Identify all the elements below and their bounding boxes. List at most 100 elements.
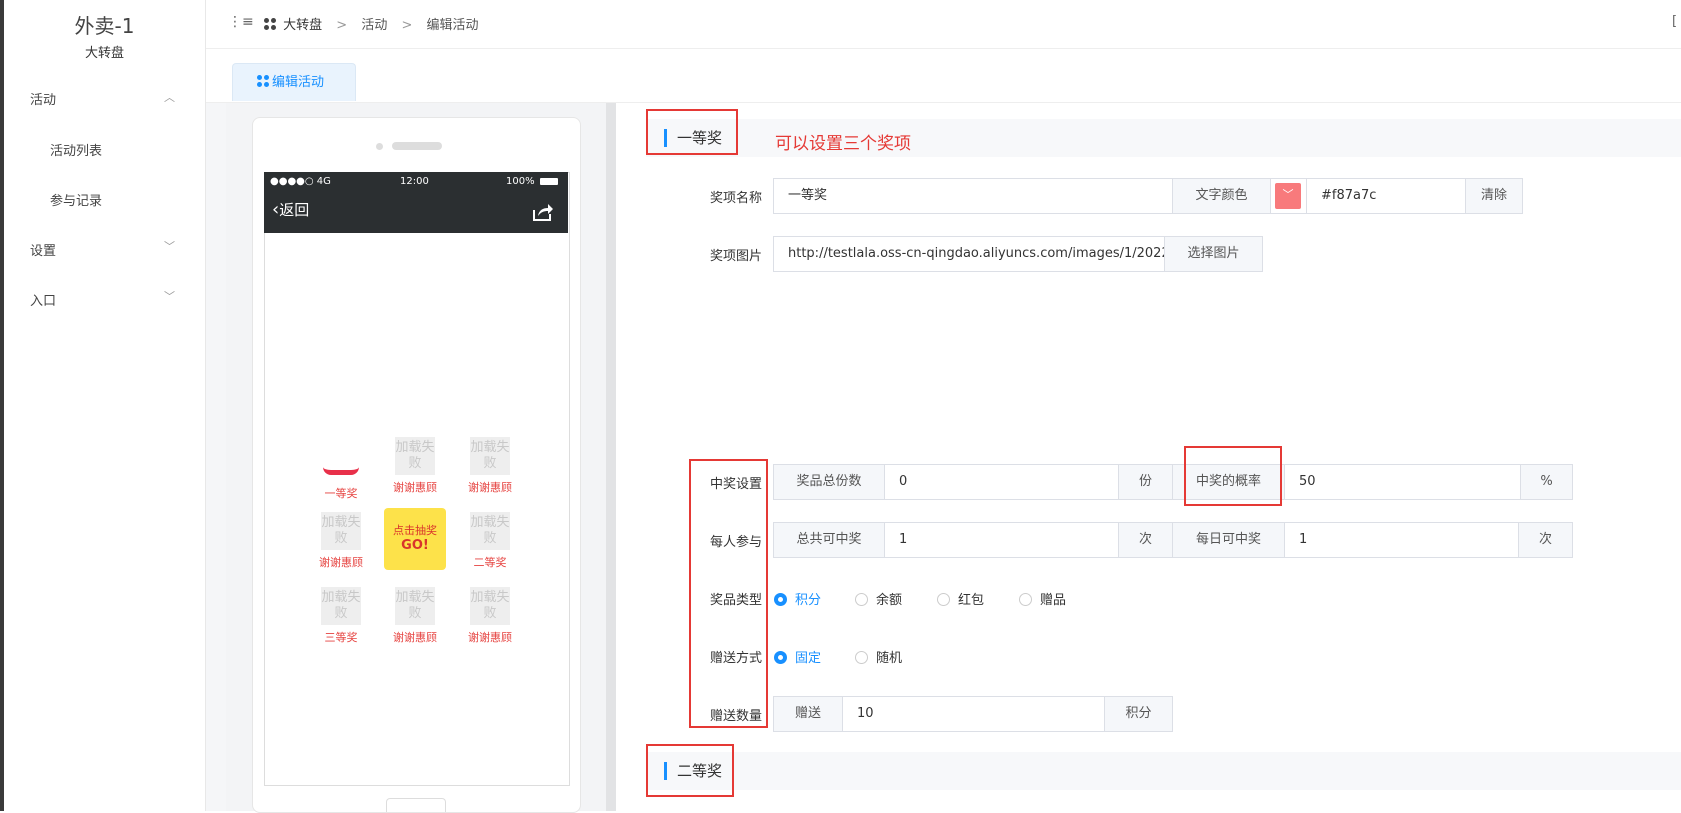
apps-icon (257, 75, 269, 87)
daily-win-input[interactable]: 1 (1284, 522, 1519, 558)
share-icon[interactable] (532, 202, 554, 222)
back-button[interactable]: ‹返回 (272, 199, 309, 220)
phone-camera (376, 143, 383, 150)
scrollbar[interactable] (606, 103, 616, 811)
image-placeholder: 加载失败 (395, 437, 435, 475)
radio-label: 红包 (958, 593, 985, 608)
prize-type-label: 奖品类型 (709, 593, 762, 608)
choose-image-button[interactable]: 选择图片 (1164, 236, 1263, 272)
gift-mode-label: 赠送方式 (709, 651, 762, 666)
radio-icon (855, 593, 868, 606)
grid-label: 谢谢惠顾 (468, 631, 512, 644)
win-setting-label: 中奖设置 (709, 477, 762, 492)
sidebar-item-label: 活动列表 (50, 144, 103, 159)
daily-win-addon: 每日可中奖 (1172, 522, 1285, 558)
chevron-down-icon[interactable]: ﹀ (164, 288, 175, 304)
grid-cell-prize: 一等奖 (313, 455, 369, 501)
total-win-addon: 总共可中奖 (773, 522, 885, 558)
gift-qty-label: 赠送数量 (709, 709, 762, 724)
signal-text: ●●●●○ 4G (270, 176, 331, 187)
total-qty-input[interactable]: 0 (884, 464, 1119, 500)
radio-label: 积分 (795, 593, 822, 608)
radio-label: 随机 (876, 651, 903, 666)
prize-image (323, 467, 359, 475)
prize-image-input[interactable]: http://testlala.oss-cn-qingdao.aliyuncs.… (773, 236, 1165, 272)
tab-edit-activity[interactable]: 编辑活动 (232, 63, 356, 101)
phone-home-button (386, 798, 446, 812)
color-picker[interactable]: ﹀ (1270, 178, 1307, 214)
image-placeholder: 加载失败 (470, 437, 510, 475)
total-win-input[interactable]: 1 (884, 522, 1119, 558)
radio-fixed[interactable]: 固定 (774, 647, 821, 666)
image-placeholder: 加载失败 (470, 512, 510, 550)
radio-points[interactable]: 积分 (774, 589, 821, 608)
image-placeholder: 加载失败 (470, 587, 510, 625)
section-title: 一等奖 (664, 129, 722, 147)
back-label: 返回 (279, 201, 310, 219)
phone-status-bar: ●●●●○ 4G 12:00 100% ‹返回 (264, 172, 568, 233)
image-placeholder: 加载失败 (321, 587, 361, 625)
prize-name-input[interactable]: 一等奖 (773, 178, 1173, 214)
prize-name-label: 奖项名称 (709, 191, 762, 206)
breadcrumb: 大转盘 > 活动 > 编辑活动 (264, 14, 479, 33)
breadcrumb-item[interactable]: 活动 (361, 18, 387, 33)
sidebar: 外卖-1 大转盘 (4, 0, 206, 811)
image-placeholder: 加载失败 (321, 512, 361, 550)
grid-cell-prize: 加载失败 谢谢惠顾 (313, 512, 369, 570)
sidebar-item-records[interactable]: 参与记录 (50, 190, 102, 209)
collapse-menu-icon[interactable]: ⋮≡ (228, 14, 254, 30)
chevron-down-icon: ﹀ (1275, 183, 1301, 209)
radio-label: 固定 (795, 651, 822, 666)
tab-label: 编辑活动 (272, 75, 325, 90)
radio-gift[interactable]: 赠品 (1019, 589, 1066, 608)
total-qty-addon: 奖品总份数 (773, 464, 885, 500)
unit-addon: 份 (1118, 464, 1173, 500)
sidebar-item-activity[interactable]: 活动 (30, 89, 56, 108)
app-subtitle: 大转盘 (84, 46, 124, 61)
sidebar-item-settings[interactable]: 设置 (30, 240, 56, 259)
sidebar-item-label: 参与记录 (50, 194, 103, 209)
radio-icon (774, 651, 787, 664)
status-time: 12:00 (400, 176, 429, 187)
sidebar-item-activity-list[interactable]: 活动列表 (50, 140, 102, 159)
chevron-down-icon[interactable]: ﹀ (164, 238, 175, 254)
radio-random[interactable]: 随机 (855, 647, 902, 666)
breadcrumb-separator: > (336, 18, 348, 33)
radio-label: 赠品 (1040, 593, 1067, 608)
grid-label: 三等奖 (324, 631, 358, 644)
sidebar-item-label: 入口 (30, 294, 57, 309)
gift-prefix-addon: 赠送 (773, 696, 843, 732)
phone-speaker (392, 142, 442, 150)
grid-cell-prize: 加载失败 谢谢惠顾 (462, 587, 518, 645)
draw-go-button[interactable]: 点击抽奖 GO! (384, 508, 446, 570)
sidebar-item-label: 活动 (30, 93, 57, 108)
text-color-addon: 文字颜色 (1172, 178, 1271, 214)
section-header-second (646, 752, 1681, 790)
radio-red-packet[interactable]: 红包 (937, 589, 984, 608)
unit-addon: 次 (1518, 522, 1573, 558)
radio-icon (774, 593, 787, 606)
gift-suffix-addon: 积分 (1104, 696, 1173, 732)
color-hex-input[interactable]: #f87a7c (1306, 178, 1466, 214)
gift-qty-input[interactable]: 10 (842, 696, 1105, 732)
fullscreen-icon[interactable]: [ (1672, 14, 1677, 29)
apps-icon (264, 18, 276, 30)
clear-button[interactable]: 清除 (1465, 178, 1523, 214)
grid-cell-prize: 加载失败 三等奖 (313, 587, 369, 645)
breadcrumb-item[interactable]: 大转盘 (283, 18, 322, 33)
grid-cell-prize: 加载失败 谢谢惠顾 (387, 437, 443, 495)
per-person-label: 每人参与 (709, 535, 762, 550)
radio-icon (1019, 593, 1032, 606)
go-label-top: 点击抽奖 (393, 524, 437, 537)
chevron-up-icon[interactable]: ︿ (164, 89, 175, 105)
grid-label: 二等奖 (473, 556, 507, 569)
grid-cell-prize: 加载失败 二等奖 (462, 512, 518, 570)
grid-label: 谢谢惠顾 (468, 481, 512, 494)
probability-input[interactable]: 50 (1284, 464, 1521, 500)
grid-label: 谢谢惠顾 (393, 481, 437, 494)
radio-balance[interactable]: 余额 (855, 589, 902, 608)
sidebar-item-entry[interactable]: 入口 (30, 290, 56, 309)
grid-label: 一等奖 (324, 487, 358, 500)
breadcrumb-separator: > (401, 18, 413, 33)
battery-icon (540, 178, 558, 185)
